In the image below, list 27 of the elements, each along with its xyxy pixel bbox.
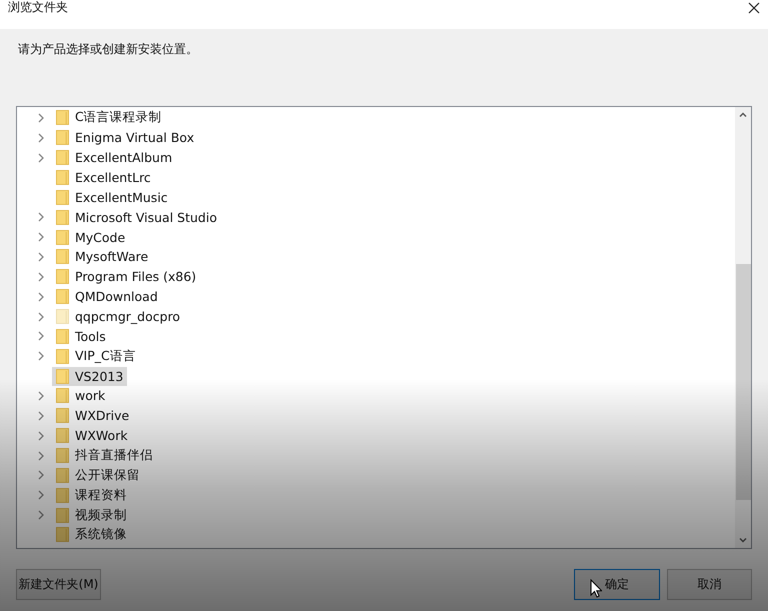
folder-item[interactable]: 公开课保留 xyxy=(52,466,144,485)
folder-item[interactable]: Microsoft Visual Studio xyxy=(52,208,221,227)
folder-item[interactable]: ExcellentMusic xyxy=(52,188,172,207)
window-title: 浏览文件夹 xyxy=(8,0,68,16)
folder-item[interactable]: WXDrive xyxy=(52,406,134,426)
folder-item[interactable]: ExcellentAlbum xyxy=(52,148,176,168)
folder-item[interactable]: Program Files (x86) xyxy=(52,267,200,286)
folder-item[interactable]: Enigma Virtual Box xyxy=(52,128,198,148)
folder-item[interactable]: 系统镜像 xyxy=(52,525,131,544)
prompt-text: 请为产品选择或创建新安装位置。 xyxy=(17,41,199,58)
folder-item[interactable]: MysoftWare xyxy=(52,247,152,266)
folder-item[interactable]: Tools xyxy=(52,326,110,346)
folder-item[interactable]: ExcellentLrc xyxy=(52,168,155,187)
folder-item[interactable]: work xyxy=(52,386,110,406)
folder-item[interactable]: WXWork xyxy=(52,426,132,446)
folder-item[interactable]: qqpcmgr_docpro xyxy=(52,307,184,326)
folder-item[interactable]: C语言课程录制 xyxy=(52,108,166,128)
folder-item[interactable]: VIP_C语言 xyxy=(52,346,140,366)
folder-item[interactable]: MyCode xyxy=(52,228,130,247)
folder-item[interactable]: VS2013 xyxy=(52,366,128,386)
folder-item[interactable]: QMDownload xyxy=(52,287,162,306)
dialog-button[interactable]: 取消 xyxy=(667,569,752,600)
folder-item[interactable]: 课程资料 xyxy=(52,486,131,505)
folder-item[interactable]: 抖音直播伴侣 xyxy=(52,446,157,466)
folder-item[interactable]: 视频录制 xyxy=(52,506,131,525)
dialog-button[interactable]: 确定 xyxy=(574,569,660,600)
dialog-button[interactable]: 新建文件夹(M) xyxy=(16,569,101,600)
